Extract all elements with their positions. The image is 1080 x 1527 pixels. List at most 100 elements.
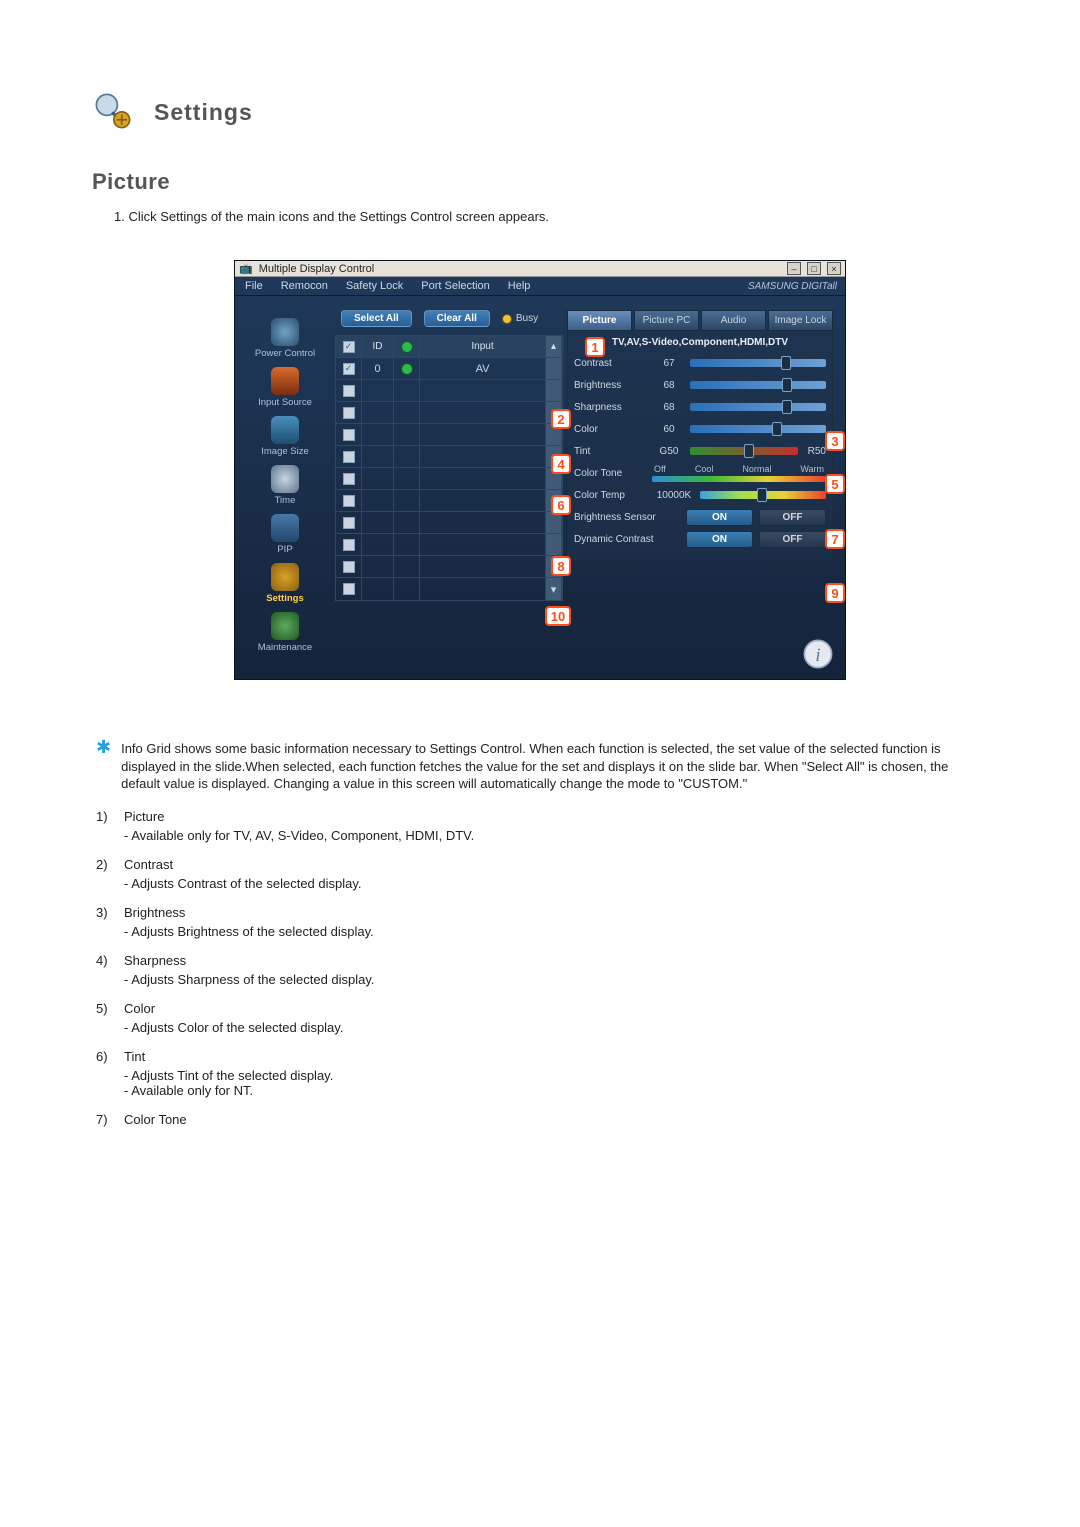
slider-tint[interactable] (690, 447, 798, 455)
grid-row[interactable]: ✓ (336, 446, 562, 468)
grid-row[interactable]: ✓0AV (336, 358, 562, 380)
note-item: 2)ContrastAdjusts Contrast of the select… (96, 857, 988, 891)
row-brightness-sensor: Brightness Sensor ON OFF (574, 508, 826, 526)
grid-row[interactable]: ✓ (336, 468, 562, 490)
app-window: 📺 Multiple Display Control – □ × File Re… (234, 260, 846, 680)
menu-safety-lock[interactable]: Safety Lock (346, 280, 403, 292)
row-input (420, 446, 546, 467)
callout-1: 1 (585, 337, 605, 357)
scrollbar-track[interactable] (546, 380, 562, 401)
grid-row[interactable]: ✓▾ (336, 578, 562, 600)
grid-row[interactable]: ✓ (336, 556, 562, 578)
tab-audio[interactable]: Audio (701, 310, 766, 330)
star-icon: ✱ (96, 740, 111, 793)
menu-port-selection[interactable]: Port Selection (421, 280, 489, 292)
note-sub: Adjusts Color of the selected display. (124, 1020, 988, 1035)
note-item: 5)ColorAdjusts Color of the selected dis… (96, 1001, 988, 1035)
tab-picture[interactable]: Picture (567, 310, 632, 330)
picture-panel: TV,AV,S-Video,Component,HDMI,DTV Contras… (567, 330, 833, 561)
time-icon (271, 465, 299, 493)
row-checkbox[interactable]: ✓ (343, 583, 355, 595)
sidebar-item-maintenance[interactable]: Maintenance (243, 610, 327, 657)
row-contrast: Contrast 67 (574, 354, 826, 372)
info-icon[interactable]: i (801, 637, 835, 671)
row-input: AV (420, 358, 546, 379)
tone-warm[interactable]: Warm (800, 464, 824, 474)
slider-sharpness[interactable] (690, 403, 826, 411)
tab-image-lock[interactable]: Image Lock (768, 310, 833, 330)
row-checkbox[interactable]: ✓ (343, 451, 355, 463)
menu-remocon[interactable]: Remocon (281, 280, 328, 292)
settings-icon (92, 90, 134, 135)
note-sub: Adjusts Tint of the selected display. (124, 1068, 988, 1083)
grid-row[interactable]: ✓ (336, 512, 562, 534)
row-input (420, 578, 546, 600)
note-number: 4) (96, 953, 114, 968)
minimize-button[interactable]: – (787, 262, 801, 275)
grid-row[interactable]: ✓ (336, 402, 562, 424)
scrollbar-track[interactable] (546, 358, 562, 379)
grid-row[interactable]: ✓ (336, 380, 562, 402)
row-id (362, 402, 394, 423)
row-checkbox[interactable]: ✓ (343, 385, 355, 397)
sidebar-item-pip[interactable]: PIP (243, 512, 327, 559)
note-title: Color Tone (124, 1112, 187, 1127)
tone-normal[interactable]: Normal (742, 464, 771, 474)
brightness-sensor-off[interactable]: OFF (759, 509, 826, 526)
sidebar-item-image-size[interactable]: Image Size (243, 414, 327, 461)
clear-all-button[interactable]: Clear All (424, 310, 490, 327)
callout-4: 4 (551, 454, 571, 474)
grid-row[interactable]: ✓ (336, 534, 562, 556)
row-input (420, 402, 546, 423)
close-button[interactable]: × (827, 262, 841, 275)
tone-bar[interactable] (652, 476, 826, 482)
row-checkbox[interactable]: ✓ (343, 429, 355, 441)
sidebar-item-power-control[interactable]: Power Control (243, 316, 327, 363)
menu-file[interactable]: File (245, 280, 263, 292)
input-source-icon (271, 367, 299, 395)
row-input (420, 556, 546, 577)
callout-7: 7 (825, 529, 845, 549)
tone-off[interactable]: Off (654, 464, 666, 474)
sidebar-item-time[interactable]: Time (243, 463, 327, 510)
slider-brightness[interactable] (690, 381, 826, 389)
scroll-up-button[interactable]: ▴ (546, 336, 562, 357)
power-icon (271, 318, 299, 346)
tone-cool[interactable]: Cool (695, 464, 714, 474)
scrollbar-track[interactable]: ▾ (546, 578, 562, 600)
note-title: Tint (124, 1049, 145, 1064)
slider-color[interactable] (690, 425, 826, 433)
col-id: ID (362, 336, 394, 357)
row-checkbox[interactable]: ✓ (343, 539, 355, 551)
row-id (362, 424, 394, 445)
dynamic-contrast-off[interactable]: OFF (759, 531, 826, 548)
instruction-step: 1. Click Settings of the main icons and … (114, 209, 988, 224)
grid-row[interactable]: ✓ (336, 490, 562, 512)
header-checkbox[interactable]: ✓ (343, 341, 355, 353)
tab-picture-pc[interactable]: Picture PC (634, 310, 699, 330)
numbered-notes: 1)PictureAvailable only for TV, AV, S-Vi… (96, 809, 988, 1127)
sidebar-item-input-source[interactable]: Input Source (243, 365, 327, 412)
row-checkbox[interactable]: ✓ (343, 561, 355, 573)
note-number: 7) (96, 1112, 114, 1127)
select-all-button[interactable]: Select All (341, 310, 412, 327)
sidebar-item-settings[interactable]: Settings (243, 561, 327, 608)
callout-5: 5 (825, 474, 845, 494)
callout-8: 8 (551, 556, 571, 576)
slider-color-temp[interactable] (700, 491, 826, 499)
row-checkbox[interactable]: ✓ (343, 363, 355, 375)
scrollbar-track[interactable] (546, 534, 562, 555)
callout-3: 3 (825, 431, 845, 451)
row-checkbox[interactable]: ✓ (343, 407, 355, 419)
row-checkbox[interactable]: ✓ (343, 495, 355, 507)
grid-row[interactable]: ✓ (336, 424, 562, 446)
scrollbar-track[interactable] (546, 512, 562, 533)
maximize-button[interactable]: □ (807, 262, 821, 275)
row-checkbox[interactable]: ✓ (343, 473, 355, 485)
brightness-sensor-on[interactable]: ON (686, 509, 753, 526)
slider-contrast[interactable] (690, 359, 826, 367)
row-id (362, 534, 394, 555)
dynamic-contrast-on[interactable]: ON (686, 531, 753, 548)
menu-help[interactable]: Help (508, 280, 531, 292)
row-checkbox[interactable]: ✓ (343, 517, 355, 529)
